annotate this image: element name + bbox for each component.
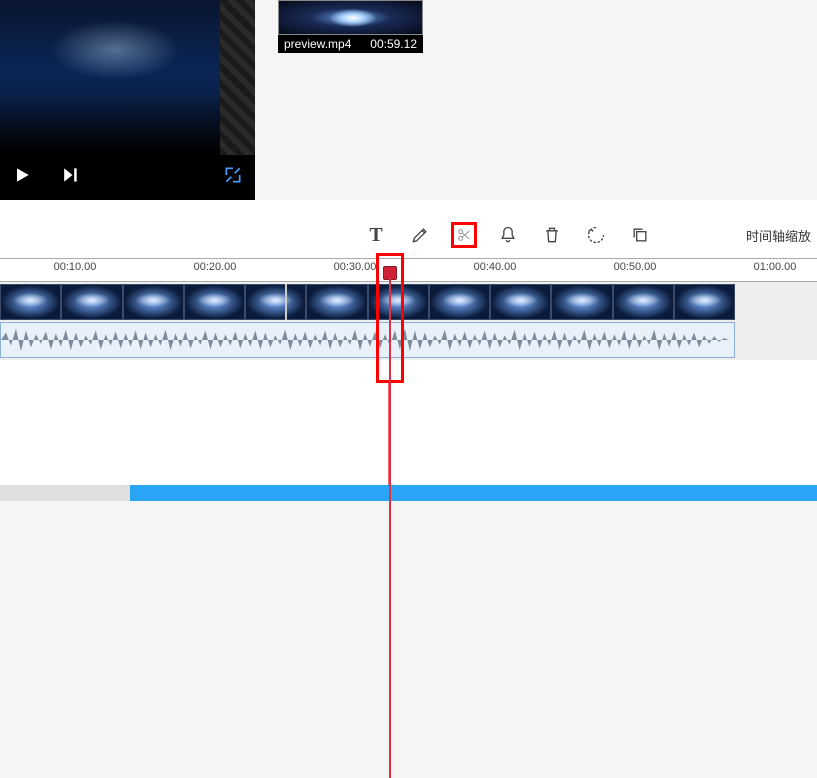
trash-icon	[542, 225, 562, 245]
clip-split-line	[285, 284, 287, 320]
video-clip-thumb	[245, 284, 306, 320]
text-icon: T	[369, 224, 382, 247]
preview-panel	[0, 0, 255, 200]
play-icon	[12, 165, 32, 185]
scissors-icon	[456, 225, 472, 245]
preview-video-frame	[0, 0, 220, 155]
video-clip-thumb	[306, 284, 367, 320]
playhead-guide-line	[388, 383, 390, 485]
ruler-tick: 00:30.00	[334, 261, 377, 273]
copy-icon	[630, 225, 650, 245]
media-filename: preview.mp4	[284, 37, 351, 51]
fullscreen-button[interactable]	[223, 165, 243, 190]
video-clip-thumb	[613, 284, 674, 320]
next-button[interactable]	[60, 165, 80, 190]
cut-tool-button[interactable]	[451, 222, 477, 248]
next-icon	[60, 165, 80, 185]
media-duration: 00:59.12	[370, 37, 417, 51]
ruler-tick: 01:00.00	[754, 261, 797, 273]
video-clip-thumb	[429, 284, 490, 320]
video-track[interactable]	[0, 284, 735, 320]
video-clip-thumb	[490, 284, 551, 320]
timeline-scrollbar[interactable]	[0, 485, 817, 501]
media-thumbnail	[278, 0, 423, 35]
expand-icon	[223, 165, 243, 185]
ruler-tick: 00:20.00	[194, 261, 237, 273]
ruler-tick: 00:50.00	[614, 261, 657, 273]
ruler-tick: 00:40.00	[474, 261, 517, 273]
timeline-scroll-thumb[interactable]	[130, 485, 817, 501]
edit-tool-button[interactable]	[407, 222, 433, 248]
ruler-tick: 00:10.00	[54, 261, 97, 273]
text-tool-button[interactable]: T	[363, 222, 389, 248]
playhead-handle[interactable]	[383, 266, 397, 280]
video-clip-thumb	[0, 284, 61, 320]
timeline-ruler[interactable]: 00:10.00 00:20.00 00:30.00 00:40.00 00:5…	[0, 258, 817, 282]
audio-waveform	[1, 323, 734, 357]
play-button[interactable]	[12, 165, 32, 190]
timeline-zoom-label: 时间轴缩放	[746, 226, 811, 245]
crop-button[interactable]	[583, 222, 609, 248]
copy-button[interactable]	[627, 222, 653, 248]
audio-track[interactable]	[0, 322, 735, 358]
video-clip-thumb	[184, 284, 245, 320]
delete-button[interactable]	[539, 222, 565, 248]
bell-icon	[498, 225, 518, 245]
preview-letterbox-stripe	[220, 0, 255, 155]
pencil-icon	[410, 225, 430, 245]
media-label: preview.mp4 00:59.12	[278, 35, 423, 53]
crop-rotate-icon	[586, 225, 606, 245]
timeline-toolbar: T 时间轴缩放	[0, 215, 817, 255]
video-clip-thumb	[61, 284, 122, 320]
notification-button[interactable]	[495, 222, 521, 248]
video-clip-thumb	[551, 284, 612, 320]
video-clip-thumb	[123, 284, 184, 320]
video-clip-thumb	[368, 284, 429, 320]
preview-controls	[0, 155, 255, 200]
media-bin-item[interactable]: preview.mp4 00:59.12	[278, 0, 423, 53]
timeline-tracks[interactable]	[0, 282, 817, 360]
video-clip-thumb	[674, 284, 735, 320]
